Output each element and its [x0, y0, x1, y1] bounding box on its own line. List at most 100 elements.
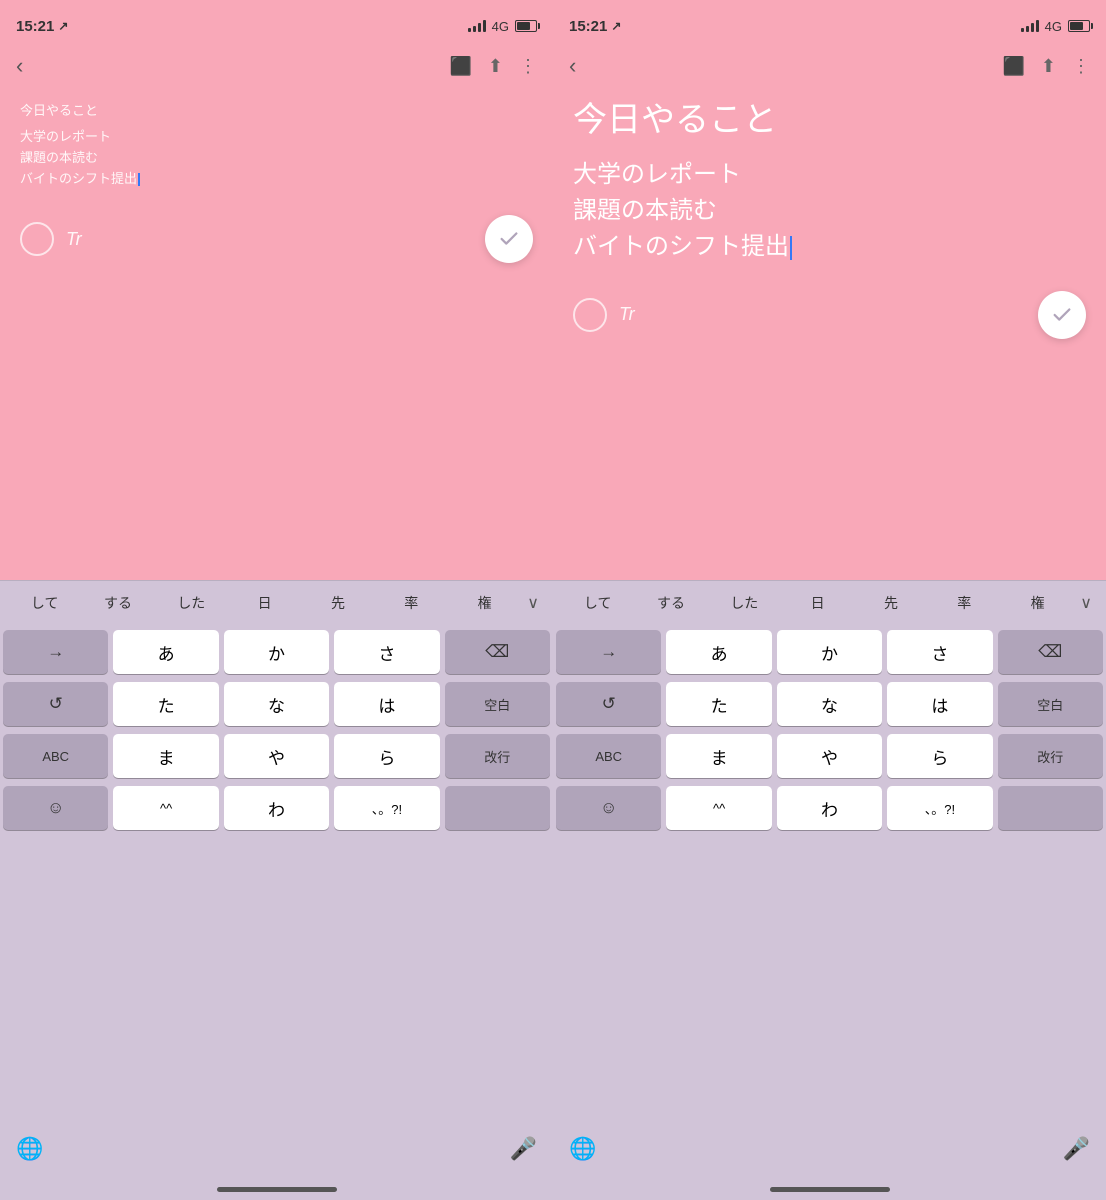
right-network-label: 4G [1045, 19, 1062, 34]
left-key-arrow[interactable]: → [3, 630, 108, 674]
right-key-ha[interactable]: は [887, 682, 992, 726]
left-key-na[interactable]: な [224, 682, 329, 726]
left-key-ta[interactable]: た [113, 682, 218, 726]
left-key-blank[interactable] [445, 786, 550, 830]
right-key-sa[interactable]: さ [887, 630, 992, 674]
left-status-bar: 15:21 ↗ 4G [0, 0, 553, 44]
left-suggestion-5[interactable]: 率 [375, 589, 448, 617]
right-status-bar: 15:21 ↗ 4G [553, 0, 1106, 44]
left-keyboard-bottom: 🌐 🎤 [0, 1124, 553, 1178]
right-suggestion-1[interactable]: する [634, 589, 707, 617]
left-home-indicator [0, 1178, 553, 1200]
right-globe-icon[interactable]: 🌐 [569, 1136, 596, 1162]
right-suggestion-3[interactable]: 日 [781, 589, 854, 617]
left-suggestion-1[interactable]: する [81, 589, 154, 617]
left-key-abc[interactable]: ABC [3, 734, 108, 778]
left-more-icon[interactable]: ⋮ [519, 56, 537, 77]
right-key-ya[interactable]: や [777, 734, 882, 778]
right-key-emoji[interactable]: ☺ [556, 786, 661, 830]
right-keyboard-bottom: 🌐 🎤 [553, 1124, 1106, 1178]
left-phone-panel: 15:21 ↗ 4G ‹ ⬛ [0, 0, 553, 1200]
left-key-backspace[interactable]: ⌫ [445, 630, 550, 674]
left-back-button[interactable]: ‹ [16, 53, 23, 79]
right-key-undo[interactable]: ↺ [556, 682, 661, 726]
left-suggestion-6[interactable]: 権 [448, 589, 521, 617]
right-key-ra[interactable]: ら [887, 734, 992, 778]
left-key-punct[interactable]: 、。?! [334, 786, 439, 830]
right-key-na[interactable]: な [777, 682, 882, 726]
left-home-bar [217, 1187, 337, 1192]
left-key-ya[interactable]: や [224, 734, 329, 778]
left-suggestion-2[interactable]: した [155, 589, 228, 617]
right-key-abc[interactable]: ABC [556, 734, 661, 778]
left-suggestion-0[interactable]: して [8, 589, 81, 617]
right-key-dakuten[interactable]: ^^ [666, 786, 771, 830]
right-delete-icon[interactable]: ⬛ [1002, 56, 1024, 77]
left-delete-icon[interactable]: ⬛ [449, 56, 471, 77]
right-bottom-left: Tr [573, 298, 635, 332]
right-signal-arrow: ↗ [611, 19, 621, 33]
left-key-space[interactable]: 空白 [445, 682, 550, 726]
left-check-icon [498, 228, 520, 250]
left-suggestion-chevron[interactable]: ∨ [521, 593, 545, 613]
left-mic-icon[interactable]: 🎤 [510, 1136, 537, 1162]
left-key-ma[interactable]: ま [113, 734, 218, 778]
left-circle-button[interactable] [20, 222, 54, 256]
right-key-arrow[interactable]: → [556, 630, 661, 674]
left-key-emoji[interactable]: ☺ [3, 786, 108, 830]
left-globe-icon[interactable]: 🌐 [16, 1136, 43, 1162]
right-suggestion-6[interactable]: 権 [1001, 589, 1074, 617]
left-share-icon[interactable]: ⬆ [488, 56, 503, 77]
right-share-icon[interactable]: ⬆ [1041, 56, 1056, 77]
right-toolbar-left: ‹ [569, 53, 576, 79]
right-suggestion-chevron[interactable]: ∨ [1074, 593, 1098, 613]
left-network-label: 4G [492, 19, 509, 34]
right-keyboard-row-1: → あ か さ ⌫ [556, 630, 1103, 674]
right-suggestion-5[interactable]: 率 [928, 589, 1001, 617]
right-circle-button[interactable] [573, 298, 607, 332]
right-key-wa[interactable]: わ [777, 786, 882, 830]
left-key-a[interactable]: あ [113, 630, 218, 674]
right-mic-icon[interactable]: 🎤 [1063, 1136, 1090, 1162]
right-suggestion-4[interactable]: 先 [854, 589, 927, 617]
right-key-return[interactable]: 改行 [998, 734, 1103, 778]
right-key-ta[interactable]: た [666, 682, 771, 726]
right-key-space[interactable]: 空白 [998, 682, 1103, 726]
left-keyboard: → あ か さ ⌫ ↺ た な は 空白 ABC ま や ら 改行 ☺ ^^ わ… [0, 624, 553, 1124]
left-key-return[interactable]: 改行 [445, 734, 550, 778]
right-check-button[interactable] [1038, 291, 1086, 339]
left-key-dakuten[interactable]: ^^ [113, 786, 218, 830]
right-key-punct[interactable]: 、。?! [887, 786, 992, 830]
signal-bar-1 [468, 28, 471, 32]
right-suggestion-2[interactable]: した [708, 589, 781, 617]
right-home-bar [770, 1187, 890, 1192]
right-signal-bar-3 [1031, 23, 1034, 32]
left-suggestion-3[interactable]: 日 [228, 589, 301, 617]
left-key-sa[interactable]: さ [334, 630, 439, 674]
right-key-blank[interactable] [998, 786, 1103, 830]
left-key-ra[interactable]: ら [334, 734, 439, 778]
right-suggestion-0[interactable]: して [561, 589, 634, 617]
left-key-undo[interactable]: ↺ [3, 682, 108, 726]
left-key-wa[interactable]: わ [224, 786, 329, 830]
right-key-a[interactable]: あ [666, 630, 771, 674]
right-time-text: 15:21 [569, 18, 607, 35]
right-check-icon [1051, 304, 1073, 326]
right-key-backspace[interactable]: ⌫ [998, 630, 1103, 674]
right-tr-label[interactable]: Tr [619, 304, 635, 325]
left-key-ka[interactable]: か [224, 630, 329, 674]
left-keyboard-row-2: ↺ た な は 空白 [3, 682, 550, 726]
left-keyboard-row-3: ABC ま や ら 改行 [3, 734, 550, 778]
right-key-ma[interactable]: ま [666, 734, 771, 778]
right-back-button[interactable]: ‹ [569, 53, 576, 79]
right-note-title: 今日やること [573, 100, 1086, 141]
left-check-button[interactable] [485, 215, 533, 263]
right-keyboard: → あ か さ ⌫ ↺ た な は 空白 ABC ま や ら 改行 ☺ ^^ わ… [553, 624, 1106, 1124]
left-suggestion-4[interactable]: 先 [301, 589, 374, 617]
left-note-body[interactable]: 大学のレポート課題の本読むバイトのシフト提出 [20, 127, 533, 189]
right-key-ka[interactable]: か [777, 630, 882, 674]
right-more-icon[interactable]: ⋮ [1072, 56, 1090, 77]
right-note-body[interactable]: 大学のレポート課題の本読むバイトのシフト提出 [573, 157, 1086, 265]
left-key-ha[interactable]: は [334, 682, 439, 726]
left-tr-label[interactable]: Tr [66, 229, 82, 250]
